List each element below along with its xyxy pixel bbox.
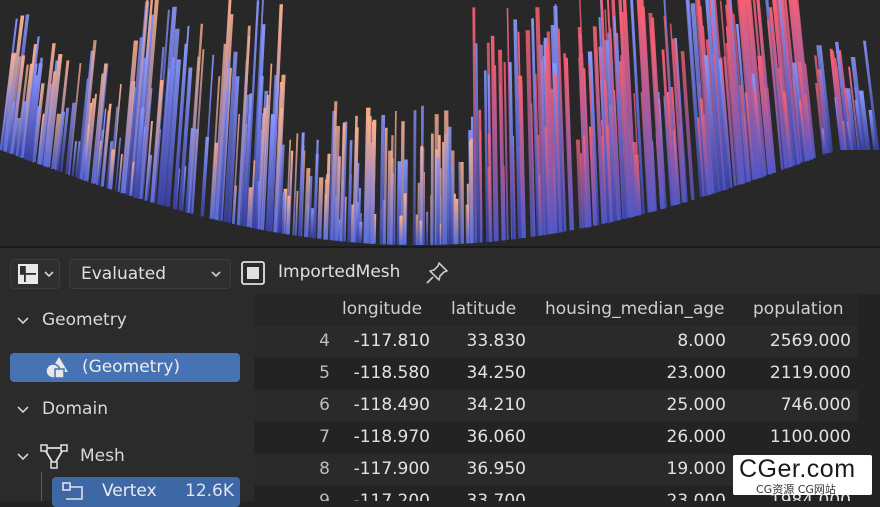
column-header-longitude[interactable]: longitude xyxy=(342,299,422,319)
3d-viewport[interactable] xyxy=(0,0,880,246)
cell-longitude: -118.580 xyxy=(353,363,430,383)
watermark-subtitle: CG资源 CG网站 xyxy=(756,483,836,496)
cell-index: 5 xyxy=(319,363,330,383)
cell-housing-median-age: 8.000 xyxy=(677,331,726,351)
geometry-header[interactable]: Geometry xyxy=(0,306,254,336)
viz-bar xyxy=(317,177,324,239)
chevron-down-icon xyxy=(211,271,221,278)
bar-visualization xyxy=(0,0,880,246)
geometry-item-label: (Geometry) xyxy=(82,357,181,377)
mesh-header[interactable]: Mesh xyxy=(0,442,254,472)
table-row: 6 -118.490 34.210 25.000 746.000 xyxy=(254,390,858,422)
dataset-sidebar: Geometry (Geometry) Domain Mesh Vertex 1… xyxy=(0,294,254,507)
chevron-down-icon xyxy=(17,317,29,325)
cell-longitude: -117.200 xyxy=(353,491,430,501)
viz-bar xyxy=(426,211,429,245)
column-header-population[interactable]: population xyxy=(753,299,843,319)
watermark-logo: CGer.com CG资源 CG网站 xyxy=(733,455,872,496)
domain-header-label: Domain xyxy=(42,399,108,419)
cell-index: 8 xyxy=(319,459,330,479)
cell-index: 6 xyxy=(319,395,330,415)
table-row: 5 -118.580 34.250 23.000 2119.000 xyxy=(254,358,858,390)
cell-longitude: -117.900 xyxy=(353,459,430,479)
cell-housing-median-age: 25.000 xyxy=(666,395,726,415)
cell-housing-median-age: 23.000 xyxy=(666,491,726,501)
chevron-down-icon xyxy=(44,271,54,278)
viz-bar xyxy=(419,220,423,246)
viz-bar xyxy=(453,193,457,245)
cell-population: 1100.000 xyxy=(769,427,851,447)
cell-latitude: 33.830 xyxy=(466,331,526,351)
cell-longitude: -117.810 xyxy=(353,331,430,351)
geometry-header-label: Geometry xyxy=(42,310,127,330)
mesh-header-label: Mesh xyxy=(80,446,125,466)
table-row: 4 -117.810 33.830 8.000 2569.000 xyxy=(254,326,858,358)
viz-bar xyxy=(465,204,470,244)
column-header-row: longitude latitude housing_median_age po… xyxy=(254,294,858,326)
object-square-icon xyxy=(241,261,265,285)
cell-latitude: 34.250 xyxy=(466,363,526,383)
cell-longitude: -118.970 xyxy=(353,427,430,447)
cell-index: 4 xyxy=(319,331,330,351)
viz-bar xyxy=(446,149,449,245)
evaluation-mode-value: Evaluated xyxy=(81,264,167,284)
editor-type-button[interactable] xyxy=(10,259,60,289)
cell-housing-median-age: 26.000 xyxy=(666,427,726,447)
cell-latitude: 36.060 xyxy=(466,427,526,447)
geometry-item[interactable]: (Geometry) xyxy=(10,353,240,382)
cell-latitude: 33.700 xyxy=(466,491,526,501)
chevron-down-icon xyxy=(17,406,29,414)
viz-bar xyxy=(436,157,440,245)
evaluation-mode-select[interactable]: Evaluated xyxy=(69,259,231,289)
cell-population: 2569.000 xyxy=(769,331,851,351)
column-header-housing-median-age[interactable]: housing_median_age xyxy=(545,299,725,319)
mesh-icon xyxy=(40,444,68,469)
object-name: ImportedMesh xyxy=(278,262,401,282)
table-row: 7 -118.970 36.060 26.000 1100.000 xyxy=(254,422,858,454)
viz-bar xyxy=(292,133,299,236)
viz-bar xyxy=(399,215,403,245)
geometry-nodes-icon xyxy=(45,357,68,379)
viz-bar xyxy=(460,162,465,244)
cell-latitude: 36.950 xyxy=(466,459,526,479)
domain-header[interactable]: Domain xyxy=(0,395,254,425)
vertex-label: Vertex xyxy=(102,481,157,501)
cell-housing-median-age: 23.000 xyxy=(666,363,726,383)
cell-latitude: 34.210 xyxy=(466,395,526,415)
cell-index: 9 xyxy=(319,491,330,501)
watermark-brand: CGer.com xyxy=(739,455,856,483)
spreadsheet-header: Evaluated ImportedMesh xyxy=(0,246,880,294)
cell-population: 2119.000 xyxy=(769,363,851,383)
cell-population: 746.000 xyxy=(780,395,851,415)
viz-bar xyxy=(458,161,461,244)
chevron-down-icon xyxy=(17,453,29,461)
vertex-icon xyxy=(62,482,83,500)
tree-line xyxy=(41,472,42,501)
cell-housing-median-age: 19.000 xyxy=(666,459,726,479)
vertex-count: 12.6K xyxy=(185,481,234,501)
viz-bar xyxy=(415,214,418,246)
viz-bar xyxy=(358,221,363,243)
viz-bar xyxy=(403,193,407,245)
spreadsheet-icon xyxy=(18,264,38,284)
viz-bar xyxy=(430,133,434,245)
vertex-item[interactable]: Vertex 12.6K xyxy=(52,477,240,507)
viz-bar xyxy=(200,136,210,217)
pin-icon[interactable] xyxy=(424,260,450,286)
column-header-latitude[interactable]: latitude xyxy=(451,299,516,319)
cell-longitude: -118.490 xyxy=(353,395,430,415)
cell-index: 7 xyxy=(319,427,330,447)
viz-bar xyxy=(187,23,204,213)
